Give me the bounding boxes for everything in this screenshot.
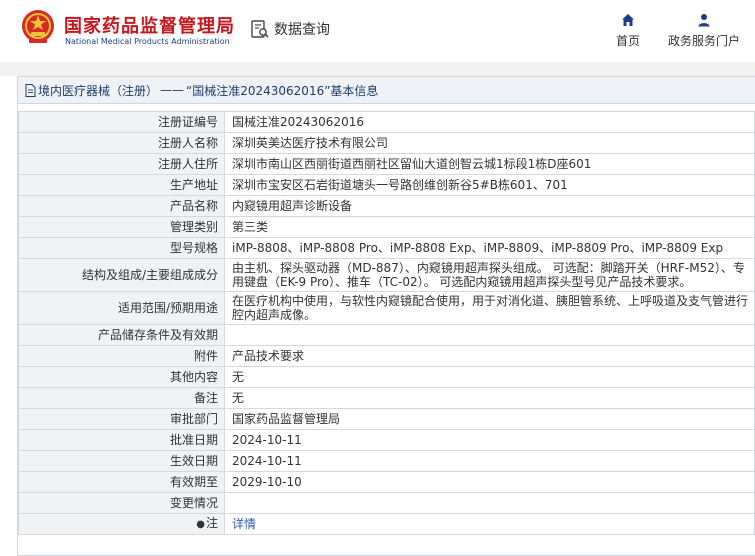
table-row: 附件 产品技术要求 xyxy=(18,345,755,367)
table-row: 生产地址 深圳市宝安区石岩街道塘头一号路创维创新谷5#B栋601、701 xyxy=(18,174,755,196)
field-label: 附件 xyxy=(18,345,225,367)
table-row: 其他内容 无 xyxy=(18,366,755,388)
field-value: 第三类 xyxy=(224,216,755,238)
field-label: 批准日期 xyxy=(18,429,225,451)
field-label-note: ●注 xyxy=(18,513,225,535)
brand-name-en: National Medical Products Administration xyxy=(65,37,230,46)
table-row: 结构及组成/主要组成成分 由主机、探头驱动器（MD-887）、内窥镜用超声探头组… xyxy=(18,258,755,292)
field-value: 深圳市宝安区石岩街道塘头一号路创维创新谷5#B栋601、701 xyxy=(224,174,755,196)
table-row: 产品名称 内窥镜用超声诊断设备 xyxy=(18,195,755,217)
field-value: 无 xyxy=(224,387,755,409)
field-label: 生产地址 xyxy=(18,174,225,196)
nav-home[interactable]: 首页 xyxy=(612,13,644,49)
field-label: 结构及组成/主要组成成分 xyxy=(18,258,225,292)
breadcrumb: 境内医疗器械（注册） —— “国械注准20243062016”基本信息 xyxy=(18,77,755,104)
field-label: 注册人住所 xyxy=(18,153,225,175)
table-row: 注册人住所 深圳市南山区西丽街道西丽社区留仙大道创智云城1标段1栋D座601 xyxy=(18,153,755,175)
field-value xyxy=(224,492,755,514)
nav-home-label: 首页 xyxy=(615,34,640,48)
nav-service-portal[interactable]: 政务服务门户 xyxy=(665,13,743,49)
document-icon xyxy=(25,83,36,97)
field-value: 深圳英美达医疗技术有限公司 xyxy=(224,132,755,154)
breadcrumb-title: “国械注准20243062016”基本信息 xyxy=(186,83,379,98)
home-icon xyxy=(622,14,634,26)
breadcrumb-separator: —— xyxy=(160,83,185,97)
field-label: 有效期至 xyxy=(18,471,225,493)
field-label: 注册证编号 xyxy=(18,111,225,133)
user-icon xyxy=(698,14,710,27)
search-document-icon xyxy=(251,20,269,38)
detail-panel: 境内医疗器械（注册） —— “国械注准20243062016”基本信息 注册证编… xyxy=(17,76,755,556)
field-label: 其他内容 xyxy=(18,366,225,388)
table-row: 产品储存条件及有效期 xyxy=(18,324,755,346)
registration-info-table: 注册证编号 国械注准20243062016 注册人名称 深圳英美达医疗技术有限公… xyxy=(18,111,755,535)
field-label: 变更情况 xyxy=(18,492,225,514)
note-label: 注 xyxy=(205,516,218,530)
table-row: 型号规格 iMP-8808、iMP-8808 Pro、iMP-8808 Exp、… xyxy=(18,237,755,259)
breadcrumb-category[interactable]: 境内医疗器械（注册） xyxy=(38,82,158,99)
header-divider xyxy=(0,62,755,76)
brand-name-cn[interactable]: 国家药品监督管理局 xyxy=(64,12,235,38)
table-row: 适用范围/预期用途 在医疗机构中使用，与软性内窥镜配合使用，用于对消化道、胰胆管… xyxy=(18,291,755,325)
field-value: iMP-8808、iMP-8808 Pro、iMP-8808 Exp、iMP-8… xyxy=(224,237,755,259)
field-label: 管理类别 xyxy=(18,216,225,238)
field-value: 2024-10-11 xyxy=(224,450,755,472)
table-row: 生效日期 2024-10-11 xyxy=(18,450,755,472)
field-value: 深圳市南山区西丽街道西丽社区留仙大道创智云城1标段1栋D座601 xyxy=(224,153,755,175)
table-row: 审批部门 国家药品监督管理局 xyxy=(18,408,755,430)
table-row: 管理类别 第三类 xyxy=(18,216,755,238)
national-emblem-icon xyxy=(22,10,54,43)
field-value: 在医疗机构中使用，与软性内窥镜配合使用，用于对消化道、胰胆管系统、上呼吸道及支气… xyxy=(224,291,755,325)
field-value: 2029-10-10 xyxy=(224,471,755,493)
field-label: 适用范围/预期用途 xyxy=(18,291,225,325)
table-row: 备注 无 xyxy=(18,387,755,409)
data-query-label: 数据查询 xyxy=(274,22,330,38)
data-query-link[interactable]: 数据查询 xyxy=(250,18,330,40)
field-label: 型号规格 xyxy=(18,237,225,259)
field-label: 备注 xyxy=(18,387,225,409)
field-label: 产品名称 xyxy=(18,195,225,217)
field-value: 内窥镜用超声诊断设备 xyxy=(224,195,755,217)
field-value: 国家药品监督管理局 xyxy=(224,408,755,430)
field-value xyxy=(224,324,755,346)
table-row: 变更情况 xyxy=(18,492,755,514)
table-row: 批准日期 2024-10-11 xyxy=(18,429,755,451)
nav-service-portal-label: 政务服务门户 xyxy=(667,34,740,48)
field-value: 由主机、探头驱动器（MD-887）、内窥镜用超声探头组成。 可选配：脚踏开关（H… xyxy=(224,258,755,292)
field-value: 无 xyxy=(224,366,755,388)
details-link[interactable]: 详情 xyxy=(232,517,256,531)
field-value: 详情 xyxy=(224,513,755,535)
table-row: 注册证编号 国械注准20243062016 xyxy=(18,111,755,133)
field-value: 国械注准20243062016 xyxy=(224,111,755,133)
site-header: 国家药品监督管理局 National Medical Products Admi… xyxy=(0,0,755,62)
field-label: 审批部门 xyxy=(18,408,225,430)
table-row: ●注 详情 xyxy=(18,513,755,535)
field-value: 2024-10-11 xyxy=(224,429,755,451)
pin-icon: ● xyxy=(196,519,205,530)
field-label: 产品储存条件及有效期 xyxy=(18,324,225,346)
table-row: 注册人名称 深圳英美达医疗技术有限公司 xyxy=(18,132,755,154)
field-value: 产品技术要求 xyxy=(224,345,755,367)
field-label: 生效日期 xyxy=(18,450,225,472)
table-row: 有效期至 2029-10-10 xyxy=(18,471,755,493)
field-label: 注册人名称 xyxy=(18,132,225,154)
